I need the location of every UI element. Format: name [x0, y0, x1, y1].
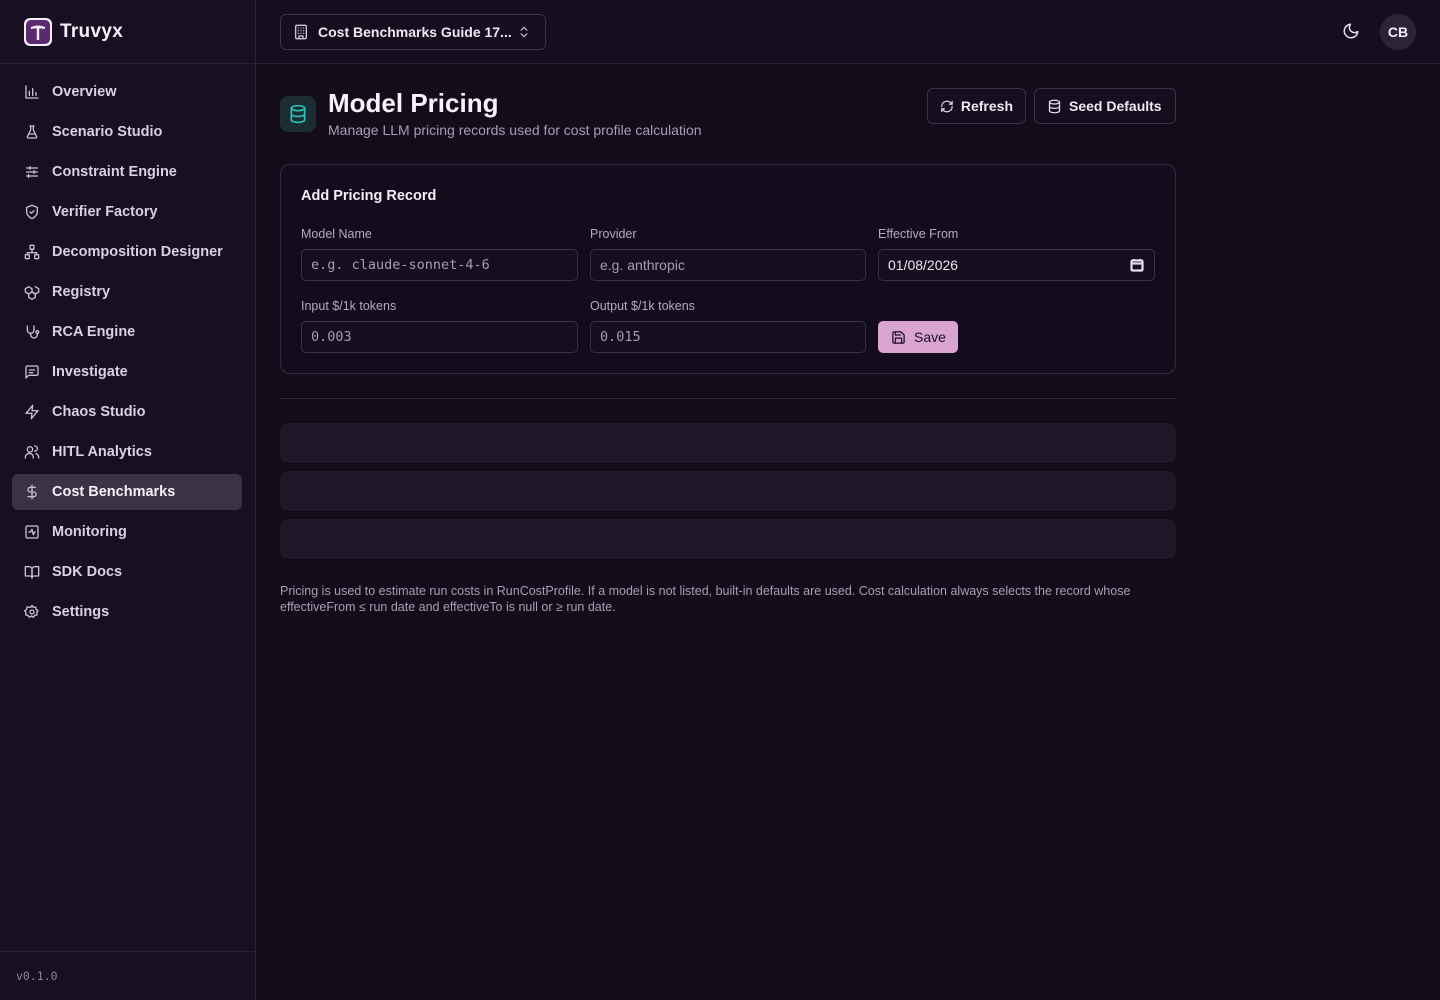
- divider: [280, 398, 1176, 399]
- effective-from-value: 01/08/2026: [888, 257, 959, 273]
- seed-defaults-button-label: Seed Defaults: [1069, 98, 1162, 114]
- database-icon: [1048, 99, 1061, 113]
- save-button-label: Save: [914, 329, 946, 345]
- project-selector[interactable]: Cost Benchmarks Guide 17...: [280, 14, 546, 50]
- model-name-placeholder: e.g. claude-sonnet-4-6: [311, 257, 490, 273]
- sidebar-item-label: Cost Benchmarks: [52, 484, 176, 500]
- building-icon: [293, 24, 309, 40]
- sidebar-item-label: Registry: [52, 284, 111, 300]
- sidebar-item-label: Verifier Factory: [52, 204, 158, 220]
- sidebar-item-sdk-docs[interactable]: SDK Docs: [12, 554, 242, 590]
- sidebar-item-settings[interactable]: Settings: [12, 594, 242, 630]
- model-name-input[interactable]: e.g. claude-sonnet-4-6: [301, 249, 578, 281]
- truvyx-logo-icon: [24, 17, 52, 46]
- topbar: Cost Benchmarks Guide 17... CB: [256, 0, 1440, 64]
- save-icon: [892, 330, 905, 344]
- brand-name: Truvyx: [60, 20, 124, 42]
- sidebar-item-cost-benchmarks[interactable]: Cost Benchmarks: [12, 474, 242, 510]
- sidebar-item-label: Overview: [52, 84, 117, 100]
- provider-label: Provider: [590, 227, 637, 241]
- sidebar-item-rca-engine[interactable]: RCA Engine: [12, 314, 242, 350]
- sidebar-item-hitl-analytics[interactable]: HITL Analytics: [12, 434, 242, 470]
- network-icon: [24, 244, 40, 260]
- refresh-button[interactable]: Refresh: [927, 88, 1026, 124]
- bar-chart-icon: [24, 84, 40, 100]
- shield-check-icon: [24, 204, 40, 220]
- flask-icon: [24, 124, 40, 140]
- database-icon: [280, 96, 316, 132]
- theme-toggle-moon-icon[interactable]: [1342, 22, 1362, 42]
- message-square-icon: [24, 364, 40, 380]
- save-button[interactable]: Save: [878, 321, 958, 353]
- sidebar-item-label: Decomposition Designer: [52, 244, 223, 260]
- card-title: Add Pricing Record: [301, 188, 437, 204]
- version-label: v0.1.0: [0, 951, 255, 1000]
- pricing-footnote: Pricing is used to estimate run costs in…: [280, 584, 1131, 614]
- sidebar-item-label: Constraint Engine: [52, 164, 177, 180]
- input-price-placeholder: 0.003: [311, 329, 352, 345]
- page-header: Model Pricing Manage LLM pricing records…: [280, 64, 1176, 164]
- model-name-label: Model Name: [301, 227, 372, 241]
- sidebar-item-decomposition-designer[interactable]: Decomposition Designer: [12, 234, 242, 270]
- sidebar-item-scenario-studio[interactable]: Scenario Studio: [12, 114, 242, 150]
- sidebar-item-chaos-studio[interactable]: Chaos Studio: [12, 394, 242, 430]
- calendar-icon[interactable]: [1130, 258, 1144, 272]
- loading-skeleton-row: [280, 471, 1176, 511]
- sidebar-item-label: Investigate: [52, 364, 128, 380]
- output-price-input[interactable]: 0.015: [590, 321, 866, 353]
- sliders-icon: [24, 164, 40, 180]
- seed-defaults-button[interactable]: Seed Defaults: [1034, 88, 1176, 124]
- input-price-label: Input $/1k tokens: [301, 299, 397, 313]
- page-title: Model Pricing: [328, 88, 499, 118]
- boxes-icon: [24, 284, 40, 300]
- sidebar-item-label: HITL Analytics: [52, 444, 152, 460]
- sidebar-item-label: RCA Engine: [52, 324, 136, 340]
- sidebar-item-verifier-factory[interactable]: Verifier Factory: [12, 194, 242, 230]
- book-open-icon: [24, 564, 40, 580]
- sidebar-item-label: Chaos Studio: [52, 404, 146, 420]
- sidebar-item-label: Settings: [52, 604, 110, 620]
- gear-icon: [24, 604, 40, 620]
- loading-skeleton-row: [280, 519, 1176, 559]
- sidebar-item-constraint-engine[interactable]: Constraint Engine: [12, 154, 242, 190]
- output-price-placeholder: 0.015: [600, 329, 641, 345]
- avatar[interactable]: CB: [1380, 14, 1416, 50]
- activity-square-icon: [24, 524, 40, 540]
- sidebar-nav: Overview Scenario Studio Constraint Engi…: [0, 64, 255, 630]
- chevrons-up-down-icon: [517, 25, 531, 39]
- main-content: Model Pricing Manage LLM pricing records…: [280, 64, 1176, 614]
- page-subtitle: Manage LLM pricing records used for cost…: [328, 122, 702, 138]
- project-selector-label: Cost Benchmarks Guide 17...: [318, 24, 512, 40]
- refresh-button-label: Refresh: [960, 98, 1013, 114]
- effective-from-date-input[interactable]: 01/08/2026: [878, 249, 1155, 281]
- effective-from-label: Effective From: [878, 227, 959, 241]
- provider-placeholder: e.g. anthropic: [600, 257, 685, 273]
- sidebar-item-label: Monitoring: [52, 524, 127, 540]
- brand[interactable]: Truvyx: [0, 0, 255, 64]
- output-price-label: Output $/1k tokens: [590, 299, 695, 313]
- users-icon: [24, 444, 40, 460]
- provider-input[interactable]: e.g. anthropic: [590, 249, 866, 281]
- add-pricing-card: Add Pricing Record Model Name e.g. claud…: [280, 164, 1176, 374]
- sidebar-item-registry[interactable]: Registry: [12, 274, 242, 310]
- sidebar-item-monitoring[interactable]: Monitoring: [12, 514, 242, 550]
- loading-skeleton-row: [280, 423, 1176, 463]
- sidebar: Truvyx Overview Scenario Studio Constrai…: [0, 0, 256, 1000]
- dollar-icon: [24, 484, 40, 500]
- refresh-icon: [941, 100, 953, 112]
- input-price-input[interactable]: 0.003: [301, 321, 578, 353]
- zap-icon: [24, 404, 40, 420]
- stethoscope-icon: [24, 324, 40, 340]
- sidebar-item-overview[interactable]: Overview: [12, 74, 242, 110]
- sidebar-item-label: SDK Docs: [52, 564, 123, 580]
- sidebar-item-label: Scenario Studio: [52, 124, 163, 140]
- sidebar-item-investigate[interactable]: Investigate: [12, 354, 242, 390]
